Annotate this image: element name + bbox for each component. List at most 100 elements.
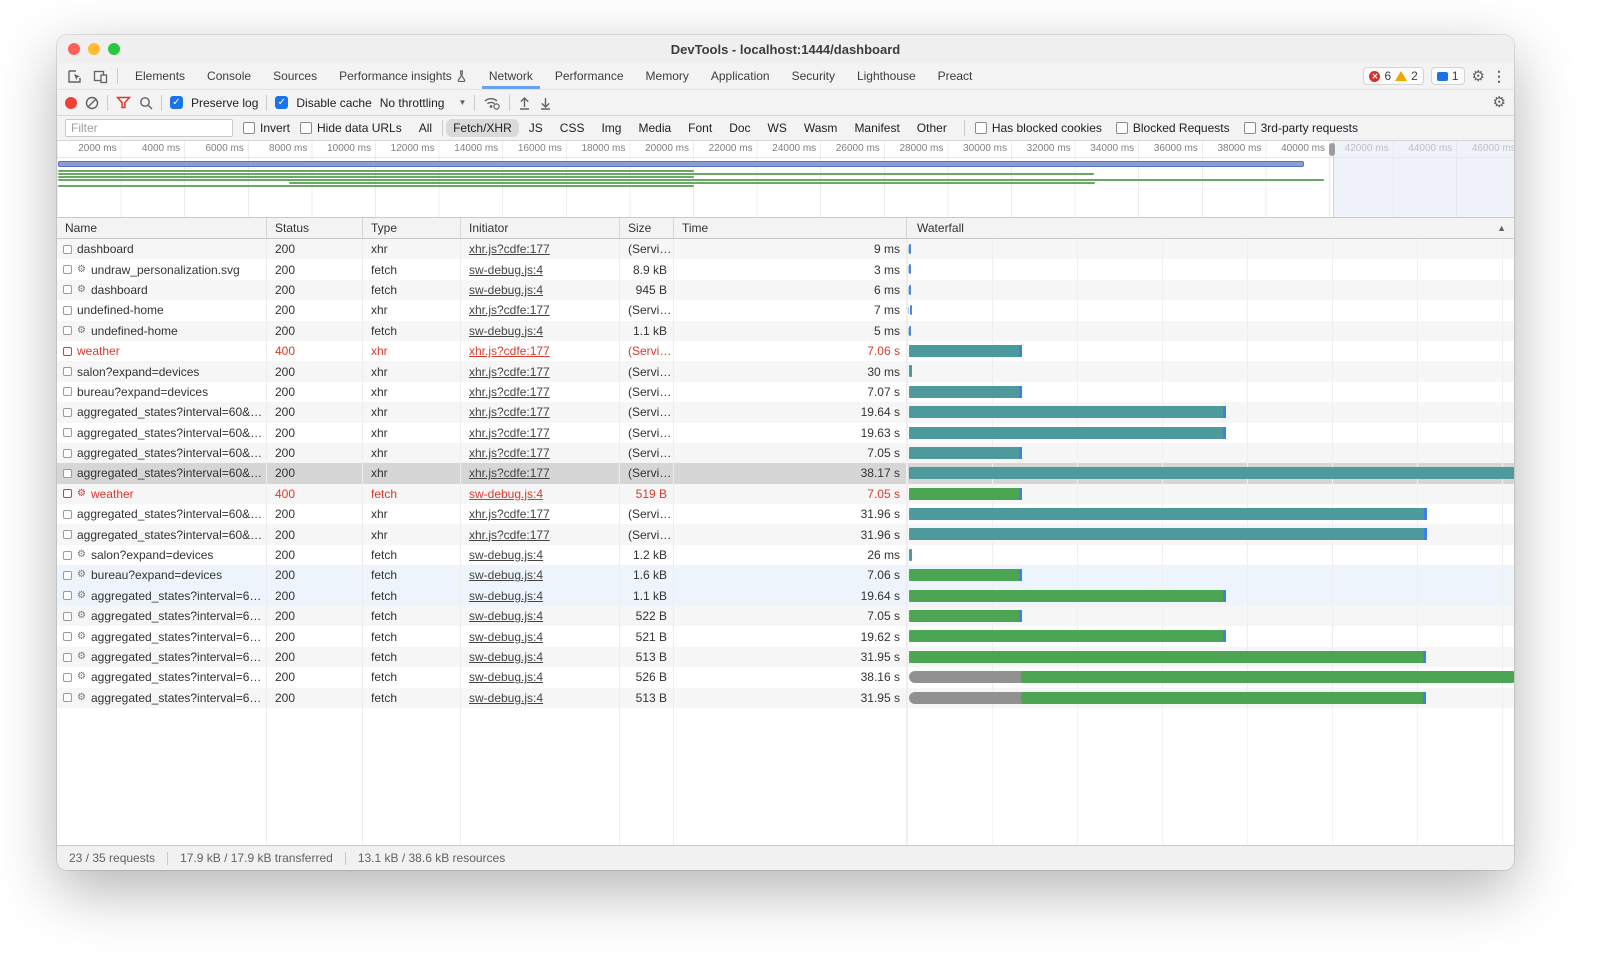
tab-performance-insights[interactable]: Performance insights bbox=[328, 63, 478, 89]
tab-security[interactable]: Security bbox=[781, 63, 846, 89]
tab-network[interactable]: Network bbox=[478, 63, 544, 89]
table-row[interactable]: aggregated_states?interval=60&…200xhrxhr… bbox=[57, 402, 1514, 422]
filter-icon[interactable] bbox=[116, 96, 131, 109]
export-har-icon[interactable] bbox=[539, 96, 552, 110]
table-row[interactable]: ⚙salon?expand=devices200fetchsw-debug.js… bbox=[57, 545, 1514, 565]
tab-memory[interactable]: Memory bbox=[635, 63, 700, 89]
filter-has-blocked-cookies[interactable]: Has blocked cookies bbox=[975, 121, 1102, 135]
table-row[interactable]: ⚙aggregated_states?interval=6…200fetchsw… bbox=[57, 688, 1514, 708]
timeline-overview[interactable]: 2000 ms4000 ms6000 ms8000 ms10000 ms1200… bbox=[57, 141, 1514, 218]
table-row[interactable]: ⚙aggregated_states?interval=6…200fetchsw… bbox=[57, 667, 1514, 687]
initiator-link[interactable]: sw-debug.js:4 bbox=[469, 670, 543, 684]
initiator-link[interactable]: xhr.js?cdfe:177 bbox=[469, 303, 550, 317]
row-checkbox[interactable] bbox=[63, 693, 72, 702]
table-row[interactable]: weather400xhrxhr.js?cdfe:177(Servi…7.06 … bbox=[57, 341, 1514, 361]
table-row[interactable]: aggregated_states?interval=60&…200xhrxhr… bbox=[57, 443, 1514, 463]
invert-checkbox[interactable]: Invert bbox=[243, 121, 290, 135]
filter-type-media[interactable]: Media bbox=[631, 119, 678, 137]
table-row[interactable]: ⚙aggregated_states?interval=6…200fetchsw… bbox=[57, 606, 1514, 626]
filter-type-doc[interactable]: Doc bbox=[722, 119, 757, 137]
initiator-link[interactable]: sw-debug.js:4 bbox=[469, 548, 543, 562]
issues-badge[interactable]: 1 bbox=[1431, 67, 1465, 85]
network-settings-icon[interactable]: ⚙ bbox=[1493, 95, 1506, 110]
filter-type-all[interactable]: All bbox=[412, 119, 439, 137]
initiator-link[interactable]: xhr.js?cdfe:177 bbox=[469, 507, 550, 521]
row-checkbox[interactable] bbox=[63, 510, 72, 519]
table-row[interactable]: ⚙undraw_personalization.svg200fetchsw-de… bbox=[57, 259, 1514, 279]
row-checkbox[interactable] bbox=[63, 387, 72, 396]
filter-type-wasm[interactable]: Wasm bbox=[797, 119, 845, 137]
table-row[interactable]: aggregated_states?interval=60&…200xhrxhr… bbox=[57, 524, 1514, 544]
table-row[interactable]: ⚙aggregated_states?interval=6…200fetchsw… bbox=[57, 647, 1514, 667]
column-header-size[interactable]: Size bbox=[620, 218, 674, 238]
initiator-link[interactable]: xhr.js?cdfe:177 bbox=[469, 385, 550, 399]
row-checkbox[interactable] bbox=[63, 571, 72, 580]
search-icon[interactable] bbox=[139, 96, 153, 110]
initiator-link[interactable]: sw-debug.js:4 bbox=[469, 324, 543, 338]
initiator-link[interactable]: sw-debug.js:4 bbox=[469, 283, 543, 297]
initiator-link[interactable]: xhr.js?cdfe:177 bbox=[469, 242, 550, 256]
table-row[interactable]: dashboard200xhrxhr.js?cdfe:177(Servi…9 m… bbox=[57, 239, 1514, 259]
initiator-link[interactable]: sw-debug.js:4 bbox=[469, 609, 543, 623]
initiator-link[interactable]: xhr.js?cdfe:177 bbox=[469, 344, 550, 358]
initiator-link[interactable]: sw-debug.js:4 bbox=[469, 630, 543, 644]
initiator-link[interactable]: xhr.js?cdfe:177 bbox=[469, 426, 550, 440]
tab-lighthouse[interactable]: Lighthouse bbox=[846, 63, 927, 89]
tab-application[interactable]: Application bbox=[700, 63, 781, 89]
tab-performance[interactable]: Performance bbox=[544, 63, 635, 89]
table-row[interactable]: bureau?expand=devices200xhrxhr.js?cdfe:1… bbox=[57, 382, 1514, 402]
row-checkbox[interactable] bbox=[63, 408, 72, 417]
table-row[interactable]: undefined-home200xhrxhr.js?cdfe:177(Serv… bbox=[57, 300, 1514, 320]
row-checkbox[interactable] bbox=[63, 285, 72, 294]
settings-icon[interactable]: ⚙ bbox=[1472, 69, 1485, 84]
filter-type-img[interactable]: Img bbox=[594, 119, 628, 137]
initiator-link[interactable]: xhr.js?cdfe:177 bbox=[469, 446, 550, 460]
table-row[interactable]: aggregated_states?interval=60&…200xhrxhr… bbox=[57, 463, 1514, 483]
tab-elements[interactable]: Elements bbox=[124, 63, 196, 89]
row-checkbox[interactable] bbox=[63, 245, 72, 254]
table-row[interactable]: ⚙weather400fetchsw-debug.js:4519 B7.05 s bbox=[57, 484, 1514, 504]
clear-icon[interactable] bbox=[85, 96, 99, 110]
row-checkbox[interactable] bbox=[63, 326, 72, 335]
initiator-link[interactable]: xhr.js?cdfe:177 bbox=[469, 466, 550, 480]
initiator-link[interactable]: sw-debug.js:4 bbox=[469, 589, 543, 603]
filter-type-font[interactable]: Font bbox=[681, 119, 719, 137]
initiator-link[interactable]: sw-debug.js:4 bbox=[469, 568, 543, 582]
filter-input[interactable] bbox=[65, 119, 233, 137]
row-checkbox[interactable] bbox=[63, 591, 72, 600]
row-checkbox[interactable] bbox=[63, 612, 72, 621]
row-checkbox[interactable] bbox=[63, 653, 72, 662]
initiator-link[interactable]: sw-debug.js:4 bbox=[469, 263, 543, 277]
row-checkbox[interactable] bbox=[63, 673, 72, 682]
table-row[interactable]: aggregated_states?interval=60&…200xhrxhr… bbox=[57, 423, 1514, 443]
column-header-status[interactable]: Status bbox=[267, 218, 363, 238]
row-checkbox[interactable] bbox=[63, 551, 72, 560]
row-checkbox[interactable] bbox=[63, 265, 72, 274]
preserve-log-checkbox[interactable] bbox=[170, 96, 183, 109]
row-checkbox[interactable] bbox=[63, 530, 72, 539]
hide-data-urls-checkbox[interactable]: Hide data URLs bbox=[300, 121, 402, 135]
overview-scrubber-handle[interactable] bbox=[1329, 143, 1335, 156]
filter-type-fetch-xhr[interactable]: Fetch/XHR bbox=[446, 119, 519, 137]
table-row[interactable]: ⚙undefined-home200fetchsw-debug.js:41.1 … bbox=[57, 321, 1514, 341]
column-header-time[interactable]: Time bbox=[674, 218, 907, 238]
filter-3rd-party-requests[interactable]: 3rd-party requests bbox=[1244, 121, 1358, 135]
initiator-link[interactable]: sw-debug.js:4 bbox=[469, 487, 543, 501]
errors-warnings-badge[interactable]: ✕ 6 2 bbox=[1363, 67, 1423, 85]
initiator-link[interactable]: xhr.js?cdfe:177 bbox=[469, 528, 550, 542]
tab-console[interactable]: Console bbox=[196, 63, 262, 89]
filter-type-manifest[interactable]: Manifest bbox=[847, 119, 906, 137]
import-har-icon[interactable] bbox=[518, 96, 531, 110]
table-row[interactable]: aggregated_states?interval=60&…200xhrxhr… bbox=[57, 504, 1514, 524]
column-header-name[interactable]: Name bbox=[57, 218, 267, 238]
row-checkbox[interactable] bbox=[63, 449, 72, 458]
initiator-link[interactable]: sw-debug.js:4 bbox=[469, 650, 543, 664]
initiator-link[interactable]: xhr.js?cdfe:177 bbox=[469, 405, 550, 419]
column-header-waterfall[interactable]: Waterfall▲ bbox=[907, 218, 1514, 238]
throttling-dropdown[interactable]: No throttling ▼ bbox=[380, 96, 467, 110]
device-toolbar-icon[interactable] bbox=[89, 66, 111, 86]
filter-type-other[interactable]: Other bbox=[910, 119, 954, 137]
inspect-element-icon[interactable] bbox=[63, 66, 85, 86]
filter-type-css[interactable]: CSS bbox=[553, 119, 592, 137]
filter-blocked-requests[interactable]: Blocked Requests bbox=[1116, 121, 1230, 135]
